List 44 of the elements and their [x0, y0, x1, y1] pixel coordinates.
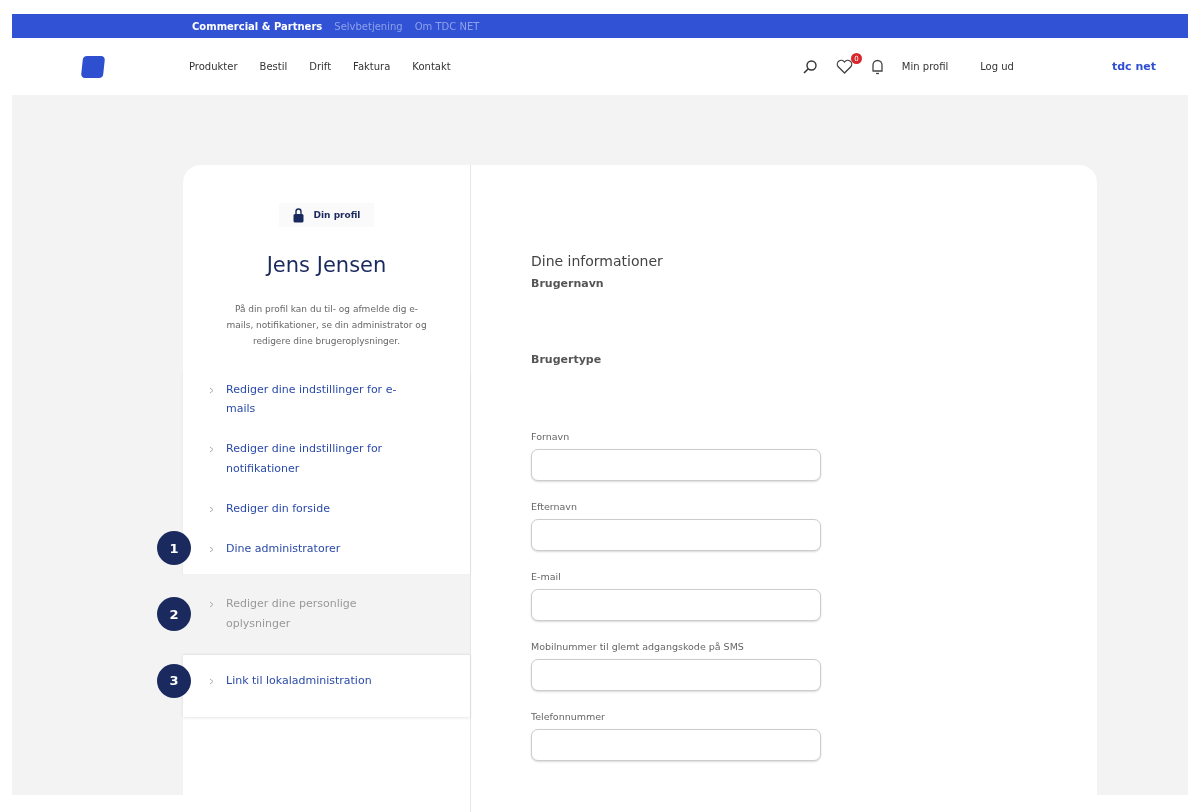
search-icon[interactable]: [801, 58, 818, 75]
chevron-icon: [209, 386, 214, 394]
nav-link[interactable]: Bestil: [259, 61, 288, 72]
info-label: Brugernavn: [531, 277, 605, 290]
field-label: E-mail: [531, 571, 562, 582]
top-link[interactable]: Commercial & Partners: [192, 20, 323, 32]
user-name: Jens Jensen: [266, 253, 387, 277]
field-label: Efternavn: [531, 501, 578, 512]
chevron-icon: [209, 505, 214, 513]
info-label: Brugertype: [531, 353, 603, 366]
profile-link[interactable]: Min profil: [901, 61, 949, 72]
bell-icon[interactable]: [870, 58, 884, 75]
chevron-icon: [209, 545, 214, 553]
heart-icon[interactable]: [835, 59, 853, 74]
brand-link[interactable]: tdc net: [1111, 60, 1156, 73]
field-label: Mobilnummer til glemt adgangskode på SMS: [531, 641, 745, 652]
nav-link[interactable]: Faktura: [353, 61, 391, 72]
sidebar-link[interactable]: Dine administratorer: [209, 538, 444, 559]
step-marker: 2: [157, 597, 191, 632]
nav-link[interactable]: Produkter: [189, 61, 238, 72]
sidebar-link[interactable]: Rediger din forside: [209, 498, 444, 519]
input-field[interactable]: [531, 589, 821, 621]
input-field[interactable]: [531, 519, 821, 551]
field-label: Fornavn: [531, 431, 571, 442]
logo-icon[interactable]: [80, 55, 106, 78]
lock-icon: [292, 207, 304, 223]
chevron-icon: [209, 446, 214, 454]
logout-link[interactable]: Log ud: [980, 61, 1014, 72]
field-label: Telefonnummer: [531, 711, 606, 722]
profile-description: På din profil kan du til- og afmelde dig e-mails, notifikationer, se din administrator og redigere dine brugeroplysninger.: [225, 303, 428, 349]
chevron-icon: [209, 677, 214, 685]
step-marker: 3: [157, 663, 191, 698]
input-field[interactable]: [531, 449, 821, 481]
tag-label: Din profil: [313, 210, 361, 220]
nav-link[interactable]: Kontakt: [412, 61, 451, 72]
sidebar-link[interactable]: Rediger dine indstillinger for e-mails: [209, 379, 444, 420]
step-marker: 1: [157, 531, 191, 566]
nav-link[interactable]: Drift: [309, 61, 332, 72]
input-field[interactable]: [531, 729, 821, 761]
section-title: Dine informationer: [531, 253, 664, 269]
input-field[interactable]: [531, 659, 821, 691]
sidebar-link[interactable]: Link til lokaladministration: [209, 670, 444, 691]
chevron-icon: [209, 601, 214, 609]
sidebar-link[interactable]: Rediger dine indstillinger for notifikationer: [209, 439, 444, 479]
